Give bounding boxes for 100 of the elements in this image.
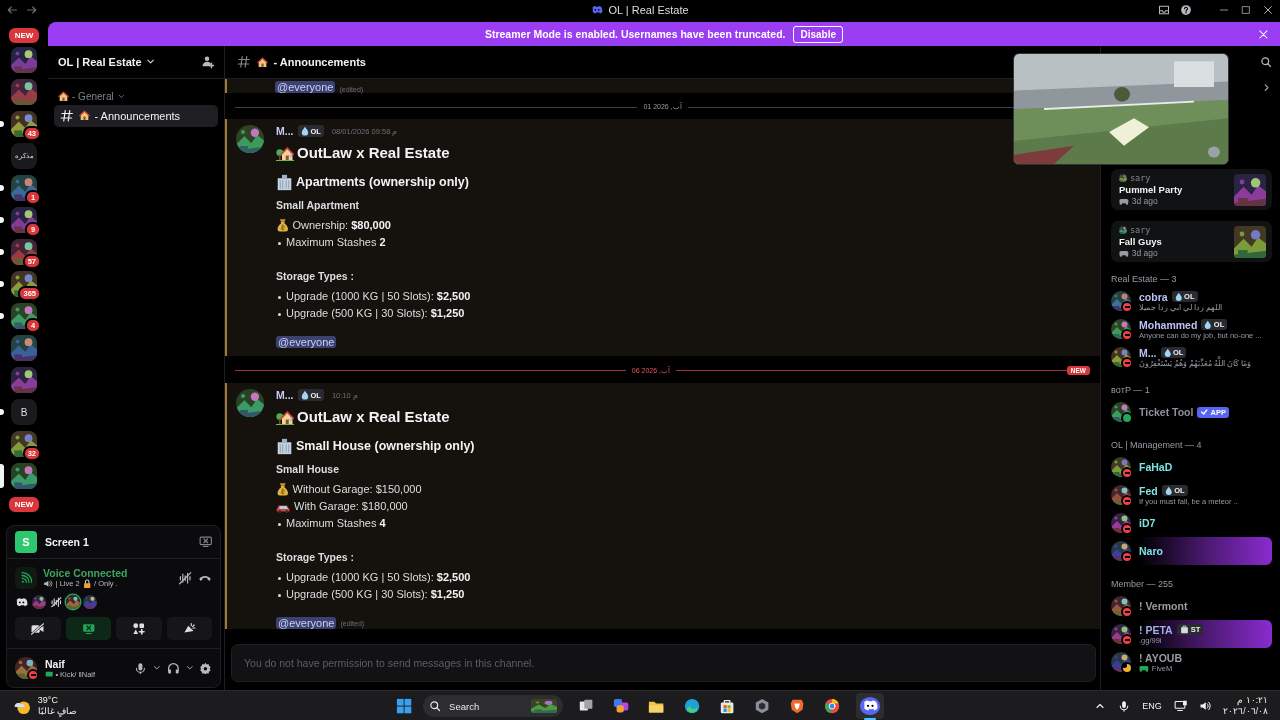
member-name: cobra — [1139, 290, 1168, 303]
slashed-icon — [49, 595, 63, 609]
speaker-icon[interactable] — [1199, 700, 1212, 712]
hash-icon — [60, 109, 74, 123]
channel-item[interactable]: - Announcements — [54, 105, 218, 127]
waveform-off-icon[interactable] — [177, 571, 192, 586]
forward-icon[interactable] — [26, 4, 38, 16]
back-icon[interactable] — [6, 4, 18, 16]
member-name: Ticket Tool — [1139, 406, 1194, 418]
mic-icon[interactable] — [1118, 700, 1131, 712]
circle-app-icon — [824, 697, 841, 715]
money-bag-icon — [276, 218, 290, 233]
server-header[interactable]: OL | Real Estate — [48, 46, 224, 79]
server-initials: B — [20, 406, 28, 418]
gamepad-icon — [1119, 196, 1129, 206]
mic-icon[interactable] — [134, 661, 148, 675]
role-icon — [1204, 320, 1212, 329]
hexagon-icon — [754, 697, 771, 715]
add-member-icon[interactable] — [200, 55, 214, 69]
soundboard-button[interactable] — [166, 617, 212, 640]
close-icon[interactable] — [1262, 4, 1274, 16]
game-title: Fall Guys — [1119, 236, 1163, 247]
activity-card[interactable]: sary Fall Guys 3d ago — [1111, 221, 1272, 262]
author-name[interactable]: M... — [276, 125, 294, 137]
mention-link[interactable]: @everyone — [276, 336, 337, 348]
inbox-icon[interactable] — [1158, 4, 1170, 16]
shapes-icon — [132, 621, 146, 636]
stream-title: Screen 1 — [45, 536, 89, 548]
stream-avatar: S — [15, 531, 37, 553]
search-icon[interactable] — [1260, 56, 1272, 68]
server-icon[interactable] — [11, 79, 37, 105]
member-item[interactable]: FaHaD — [1107, 453, 1272, 481]
house-icon — [78, 110, 90, 122]
maximize-icon[interactable] — [1240, 4, 1252, 16]
house-icon — [256, 56, 268, 68]
message-text: Without Garage: $150,000 — [292, 482, 422, 497]
selected-indicator — [0, 464, 4, 488]
activity-time: 3d ago — [1131, 248, 1158, 258]
house-icon — [276, 408, 294, 426]
screen-share-icon — [81, 622, 95, 635]
activities-button[interactable] — [116, 617, 162, 640]
windows-icon[interactable] — [395, 697, 413, 715]
network-icon[interactable] — [1173, 700, 1188, 712]
server-icon[interactable] — [11, 463, 37, 489]
member-item[interactable]: iD7 — [1107, 509, 1272, 537]
chevron-icon — [116, 92, 126, 101]
camera-button[interactable] — [15, 617, 61, 640]
gamepad-icon — [1119, 248, 1129, 258]
phone-icon[interactable] — [198, 573, 212, 583]
help-icon[interactable] — [1180, 4, 1192, 16]
mention-link[interactable]: @everyone — [276, 617, 337, 629]
member-name: Mohammed — [1139, 318, 1198, 331]
server-icon[interactable]: B — [11, 399, 37, 425]
role-icon — [1163, 348, 1171, 357]
clock-time: ١٠:٢١ م — [1237, 695, 1268, 706]
member-name: ! AYOUB — [1139, 651, 1182, 664]
language-indicator[interactable]: ENG — [1142, 701, 1162, 711]
building-icon — [276, 437, 293, 455]
close-icon[interactable] — [1257, 28, 1270, 41]
server-icon[interactable] — [11, 335, 37, 361]
message-heading: Storage Types : — [276, 269, 354, 284]
group-title: ʙᴏᴛP — 1 — [1111, 385, 1151, 395]
disable-button[interactable]: Disable — [793, 25, 844, 43]
screen-button[interactable] — [65, 617, 111, 640]
banner-message: Streamer Mode is enabled. Usernames have been truncated. — [484, 28, 786, 40]
chevron-icon[interactable] — [184, 663, 195, 673]
message-text: Upgrade (500 KG | 30 Slots): $1,250 — [286, 587, 465, 602]
unread-indicator — [0, 281, 4, 287]
member-name: Naro — [1139, 545, 1163, 557]
participant-avatar[interactable] — [49, 595, 63, 609]
member-item[interactable]: ! Vermont — [1107, 592, 1272, 620]
participant-avatar[interactable] — [83, 595, 97, 609]
mention-link[interactable]: @everyone — [275, 81, 336, 93]
participant-avatar[interactable] — [66, 595, 80, 609]
participant-avatar[interactable] — [32, 595, 46, 609]
author-name[interactable]: M... — [276, 389, 294, 401]
role-icon — [300, 390, 309, 400]
participant-avatar[interactable] — [15, 595, 29, 609]
message-heading: Small Apartment — [276, 198, 360, 213]
unread-indicator — [0, 313, 4, 319]
settings-icon[interactable] — [199, 661, 212, 675]
search-field[interactable]: Search — [447, 699, 526, 713]
voice-status[interactable]: Voice Connected — [43, 567, 172, 579]
message-heading: Apartments (ownership only) — [296, 174, 469, 191]
server-icon[interactable] — [11, 47, 37, 73]
chevron-icon[interactable] — [152, 663, 162, 673]
taskbar-app[interactable] — [855, 693, 885, 719]
headphones-icon[interactable] — [166, 661, 180, 675]
message-heading: Storage Types : — [276, 550, 354, 565]
activity-card[interactable]: sary Pummel Party 3d ago — [1111, 169, 1272, 210]
globe-icon — [683, 697, 700, 715]
member-name: iD7 — [1139, 517, 1156, 529]
screen-off-icon[interactable] — [198, 536, 212, 548]
message-text: Upgrade (500 KG | 30 Slots): $1,250 — [286, 306, 465, 321]
message-heading: Small House (ownership only) — [296, 438, 475, 455]
message-text: With Garage: $180,000 — [294, 499, 408, 514]
server-icon[interactable] — [11, 367, 37, 393]
search-box[interactable]: Search — [423, 695, 564, 717]
logo-icon — [859, 697, 881, 715]
category-header[interactable]: - General — [48, 79, 224, 105]
